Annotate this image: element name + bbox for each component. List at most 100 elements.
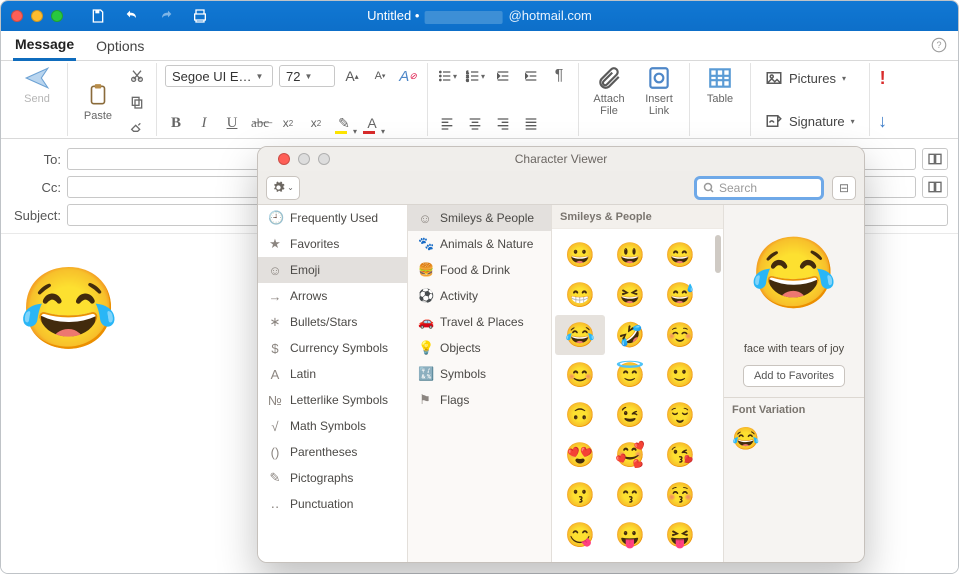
show-marks-button[interactable]: ¶	[548, 65, 570, 87]
justify-button[interactable]	[520, 112, 542, 134]
align-left-button[interactable]	[436, 112, 458, 134]
tab-options[interactable]: Options	[94, 34, 146, 60]
cv-scroll-indicator[interactable]	[715, 235, 721, 273]
cv-subcategory-item[interactable]: ⚑Flags	[408, 387, 551, 413]
cv-category-item[interactable]: ☺Emoji	[258, 257, 407, 283]
cv-category-item[interactable]: ✎Pictographs	[258, 465, 407, 491]
format-painter-button[interactable]	[126, 117, 148, 139]
print-button[interactable]	[189, 5, 211, 27]
strikethrough-button[interactable]: a̶b̶c̶	[249, 112, 271, 134]
cv-variant-emoji[interactable]: 😂	[724, 422, 864, 456]
subscript-button[interactable]: x2	[277, 112, 299, 134]
undo-button[interactable]	[121, 5, 143, 27]
cv-collapse-button[interactable]: ⊟	[832, 176, 856, 200]
cv-settings-button[interactable]: ⌄	[266, 176, 300, 200]
cv-emoji-cell[interactable]: 🤨	[655, 555, 705, 562]
cv-subcategory-item[interactable]: ⚽Activity	[408, 283, 551, 309]
signature-button[interactable]: Signature▾	[759, 108, 861, 134]
cv-emoji-cell[interactable]: 😍	[555, 435, 605, 475]
cv-category-item[interactable]: ∗Bullets/Stars	[258, 309, 407, 335]
font-name-combo[interactable]: Segoe UI E…▼	[165, 65, 273, 87]
cv-emoji-cell[interactable]: 😙	[605, 475, 655, 515]
cv-emoji-cell[interactable]: 😁	[555, 275, 605, 315]
cv-emoji-cell[interactable]: 😅	[655, 275, 705, 315]
save-button[interactable]	[87, 5, 109, 27]
bullets-button[interactable]: ▾	[436, 65, 458, 87]
align-right-button[interactable]	[492, 112, 514, 134]
cv-emoji-cell[interactable]: 😄	[655, 235, 705, 275]
cv-emoji-cell[interactable]: 😂	[555, 315, 605, 355]
cv-category-item[interactable]: №Letterlike Symbols	[258, 387, 407, 413]
send-button[interactable]: Send	[15, 65, 59, 105]
tab-message[interactable]: Message	[13, 32, 76, 61]
underline-button[interactable]: U	[221, 112, 243, 134]
cv-emoji-cell[interactable]: 😚	[655, 475, 705, 515]
superscript-button[interactable]: x2	[305, 112, 327, 134]
cv-emoji-cell[interactable]: 😉	[605, 395, 655, 435]
copy-button[interactable]	[126, 91, 148, 113]
zoom-window-button[interactable]	[51, 10, 63, 22]
table-button[interactable]: Table	[698, 65, 742, 105]
cv-emoji-cell[interactable]: 🤣	[605, 315, 655, 355]
insert-link-button[interactable]: Insert Link	[637, 65, 681, 117]
cv-subcategory-item[interactable]: 🚗Travel & Places	[408, 309, 551, 335]
cc-addressbook-button[interactable]	[922, 176, 948, 198]
cv-subcategory-item[interactable]: 🐾Animals & Nature	[408, 231, 551, 257]
pictures-button[interactable]: Pictures▾	[759, 65, 861, 91]
attach-file-button[interactable]: Attach File	[587, 65, 631, 117]
cv-emoji-cell[interactable]: 😊	[555, 355, 605, 395]
cv-emoji-cell[interactable]: 😜	[605, 555, 655, 562]
cv-subcategory-item[interactable]: 🔣Symbols	[408, 361, 551, 387]
cv-emoji-cell[interactable]: 🙂	[655, 355, 705, 395]
grow-font-button[interactable]: A▴	[341, 65, 363, 87]
cv-emoji-cell[interactable]: 😀	[555, 235, 605, 275]
cv-close-button[interactable]	[278, 153, 290, 165]
close-window-button[interactable]	[11, 10, 23, 22]
help-icon[interactable]: ?	[930, 36, 948, 54]
cv-subcategory-item[interactable]: ☺Smileys & People	[408, 205, 551, 231]
redo-button[interactable]	[155, 5, 177, 27]
numbering-button[interactable]: 123▾	[464, 65, 486, 87]
high-importance-button[interactable]: !	[872, 67, 894, 89]
cv-subcategory-item[interactable]: 💡Objects	[408, 335, 551, 361]
cv-emoji-cell[interactable]: 🤪	[555, 555, 605, 562]
paste-button[interactable]: Paste	[76, 82, 120, 122]
low-importance-button[interactable]: ↓	[872, 110, 894, 132]
cv-category-item[interactable]: →Arrows	[258, 283, 407, 309]
cut-button[interactable]	[126, 65, 148, 87]
increase-indent-button[interactable]	[520, 65, 542, 87]
cv-emoji-cell[interactable]: 🥰	[605, 435, 655, 475]
cv-category-item[interactable]: √Math Symbols	[258, 413, 407, 439]
cv-emoji-cell[interactable]: ☺️	[655, 315, 705, 355]
font-size-combo[interactable]: 72▼	[279, 65, 335, 87]
cv-emoji-cell[interactable]: 😝	[655, 515, 705, 555]
bold-button[interactable]: B	[165, 112, 187, 134]
cv-emoji-cell[interactable]: 😆	[605, 275, 655, 315]
cv-emoji-cell[interactable]: 😃	[605, 235, 655, 275]
to-addressbook-button[interactable]	[922, 148, 948, 170]
cv-emoji-cell[interactable]: 😇	[605, 355, 655, 395]
cv-emoji-cell[interactable]: 😘	[655, 435, 705, 475]
cv-category-item[interactable]: ALatin	[258, 361, 407, 387]
cv-category-item[interactable]: $Currency Symbols	[258, 335, 407, 361]
decrease-indent-button[interactable]	[492, 65, 514, 87]
cv-search-input[interactable]: Search	[694, 176, 824, 200]
align-center-button[interactable]	[464, 112, 486, 134]
cv-emoji-cell[interactable]: 😛	[605, 515, 655, 555]
cv-add-favorites-button[interactable]: Add to Favorites	[743, 365, 845, 387]
minimize-window-button[interactable]	[31, 10, 43, 22]
italic-button[interactable]: I	[193, 112, 215, 134]
font-color-button[interactable]: A▾	[361, 112, 383, 134]
cv-emoji-cell[interactable]: 😋	[555, 515, 605, 555]
cv-emoji-cell[interactable]: 🙃	[555, 395, 605, 435]
cv-emoji-cell[interactable]: 😌	[655, 395, 705, 435]
cv-emoji-cell[interactable]: 😗	[555, 475, 605, 515]
highlight-color-button[interactable]: ✎▾	[333, 112, 355, 134]
shrink-font-button[interactable]: A▾	[369, 65, 391, 87]
clear-formatting-button[interactable]: A⊘	[397, 65, 419, 87]
cv-category-item[interactable]: ‥Punctuation	[258, 491, 407, 517]
cv-subcategory-item[interactable]: 🍔Food & Drink	[408, 257, 551, 283]
cv-category-item[interactable]: ★Favorites	[258, 231, 407, 257]
cv-category-item[interactable]: 🕘Frequently Used	[258, 205, 407, 231]
cv-category-item[interactable]: ()Parentheses	[258, 439, 407, 465]
